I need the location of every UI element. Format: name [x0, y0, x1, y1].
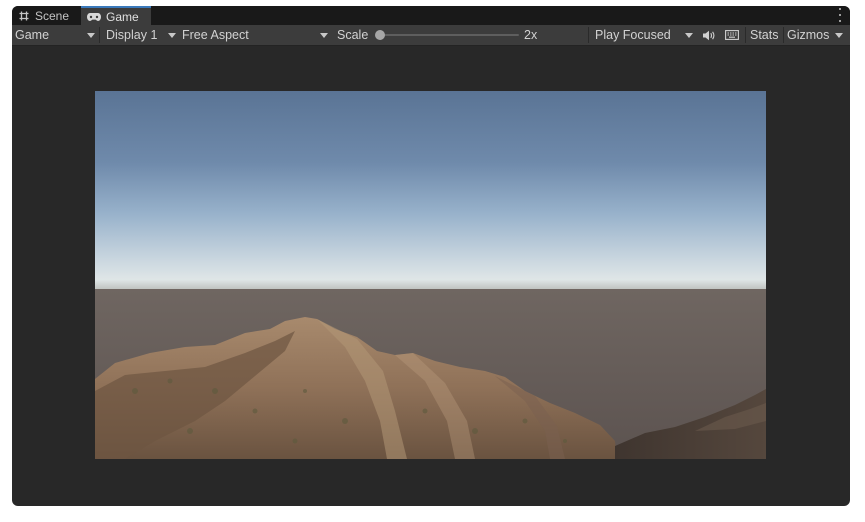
display-dropdown[interactable]: Display 1: [106, 25, 176, 45]
toolbar-divider: [99, 27, 100, 43]
chevron-down-icon: [835, 32, 843, 38]
tab-bar: Scene Game: [12, 6, 850, 25]
aspect-dropdown[interactable]: Free Aspect: [182, 25, 330, 45]
view-mode-dropdown[interactable]: Game: [15, 25, 97, 45]
gizmos-dropdown[interactable]: [832, 25, 846, 45]
grid-icon: [19, 11, 29, 20]
chevron-down-icon: [685, 33, 693, 38]
scale-slider-handle[interactable]: [375, 30, 385, 40]
game-window: Scene Game Game Display 1 Free Aspect Sc…: [12, 6, 850, 506]
more-options-icon[interactable]: [838, 8, 842, 22]
stats-button[interactable]: Stats: [750, 25, 779, 45]
toolbar-divider: [745, 27, 746, 43]
aspect-value: Free Aspect: [182, 28, 249, 42]
mute-audio-button[interactable]: [699, 26, 717, 44]
tab-game[interactable]: Game: [81, 6, 151, 25]
tab-game-label: Game: [106, 9, 139, 24]
toolbar-divider: [783, 27, 784, 43]
chevron-down-icon: [87, 33, 95, 38]
speaker-icon: [702, 30, 714, 40]
keyboard-icon: [725, 30, 739, 40]
game-render-image: [95, 91, 766, 459]
scale-label: Scale: [337, 28, 369, 42]
gizmos-button[interactable]: Gizmos: [787, 25, 829, 45]
game-viewport[interactable]: [95, 91, 766, 459]
scale-slider-track[interactable]: [379, 34, 519, 36]
shortcuts-button[interactable]: [723, 26, 741, 44]
play-mode-dropdown[interactable]: Play Focused: [595, 25, 693, 45]
display-value: Display 1: [106, 28, 158, 42]
view-mode-value: Game: [15, 28, 50, 42]
scale-value: 2x: [524, 28, 538, 42]
tab-scene[interactable]: Scene: [12, 6, 81, 25]
toolbar-divider: [588, 27, 589, 43]
tab-scene-label: Scene: [35, 8, 70, 23]
game-toolbar: Game Display 1 Free Aspect Scale 2x Play…: [12, 25, 850, 46]
gamepad-icon: [87, 12, 102, 21]
chevron-down-icon: [168, 33, 176, 38]
play-mode-value: Play Focused: [595, 28, 671, 42]
chevron-down-icon: [320, 33, 328, 38]
